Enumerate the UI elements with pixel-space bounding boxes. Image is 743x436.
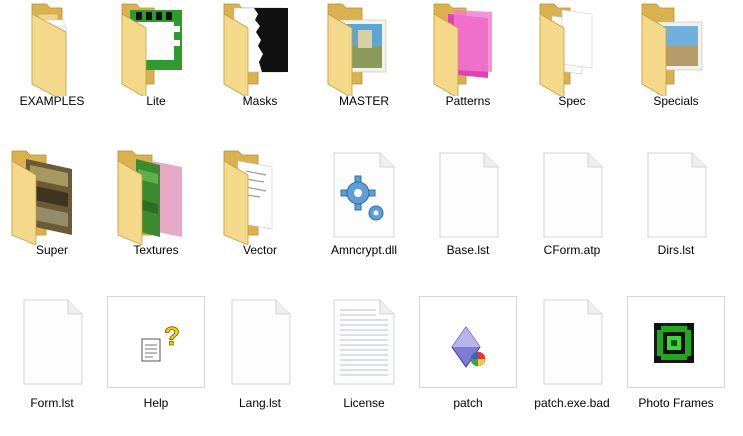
folder-icon [314,0,414,96]
folder-item-specials[interactable]: Specials [624,0,728,140]
folder-icon [626,0,726,96]
item-label: Base.lst [446,243,490,257]
item-label: Photo Frames [638,396,714,410]
folder-item-super[interactable]: Super [0,149,104,289]
folder-item-master[interactable]: MASTER [312,0,416,140]
folder-icon [106,149,206,245]
item-label: Lite [146,94,166,108]
folder-item-patterns[interactable]: Patterns [416,0,520,140]
folder-item-lite[interactable]: Lite [104,0,208,140]
item-label: Spec [558,94,586,108]
file-grid: EXAMPLES Lite Masks MASTER Patterns Spec… [0,0,743,419]
item-label: EXAMPLES [19,94,85,108]
item-label: Patterns [445,94,491,108]
photo-frames-app-icon [627,296,725,388]
item-label: Masks [242,94,278,108]
item-label: patch.exe.bad [534,396,610,410]
folder-icon [210,0,310,96]
item-label: Super [35,243,69,257]
file-item-base-lst[interactable]: Base.lst [416,149,520,289]
file-item-license[interactable]: License [312,296,416,436]
item-label: Form.lst [30,396,74,410]
item-label: CForm.atp [543,243,601,257]
text-file-icon [314,296,414,392]
installer-icon [419,296,517,388]
file-item-form-lst[interactable]: Form.lst [0,296,104,436]
blank-file-icon [210,296,310,392]
item-label: MASTER [338,94,389,108]
file-item-dirs-lst[interactable]: Dirs.lst [624,149,728,289]
folder-icon [106,0,206,96]
file-item-lang-lst[interactable]: Lang.lst [208,296,312,436]
help-file-icon: ? [107,296,205,388]
item-label: Textures [133,243,179,257]
folder-icon [210,149,310,245]
file-item-amncrypt[interactable]: Amncrypt.dll [312,149,416,289]
file-item-photo-frames[interactable]: Photo Frames [624,296,728,436]
folder-item-masks[interactable]: Masks [208,0,312,140]
file-item-help[interactable]: ? Help [104,296,208,436]
blank-file-icon [418,149,518,245]
folder-icon [2,0,102,96]
folder-item-spec[interactable]: Spec [520,0,624,140]
folder-item-textures[interactable]: Textures [104,149,208,289]
item-label: Help [143,396,169,410]
item-label: Lang.lst [238,396,282,410]
item-label: Vector [242,243,278,257]
item-label: Amncrypt.dll [330,243,398,257]
item-label: Dirs.lst [657,243,695,257]
item-label: patch [453,396,483,410]
blank-file-icon [522,149,622,245]
file-item-cform-atp[interactable]: CForm.atp [520,149,624,289]
folder-icon [2,149,102,245]
svg-text:?: ? [164,321,180,351]
blank-file-icon [2,296,102,392]
item-label: License [343,396,385,410]
blank-file-icon [522,296,622,392]
file-item-patch-exe-bad[interactable]: patch.exe.bad [520,296,624,436]
gear-file-icon [314,149,414,245]
file-item-patch[interactable]: patch [416,296,520,436]
blank-file-icon [626,149,726,245]
item-label: Specials [653,94,699,108]
folder-item-vector[interactable]: Vector [208,149,312,289]
folder-item-examples[interactable]: EXAMPLES [0,0,104,140]
folder-icon [418,0,518,96]
folder-icon [522,0,622,96]
